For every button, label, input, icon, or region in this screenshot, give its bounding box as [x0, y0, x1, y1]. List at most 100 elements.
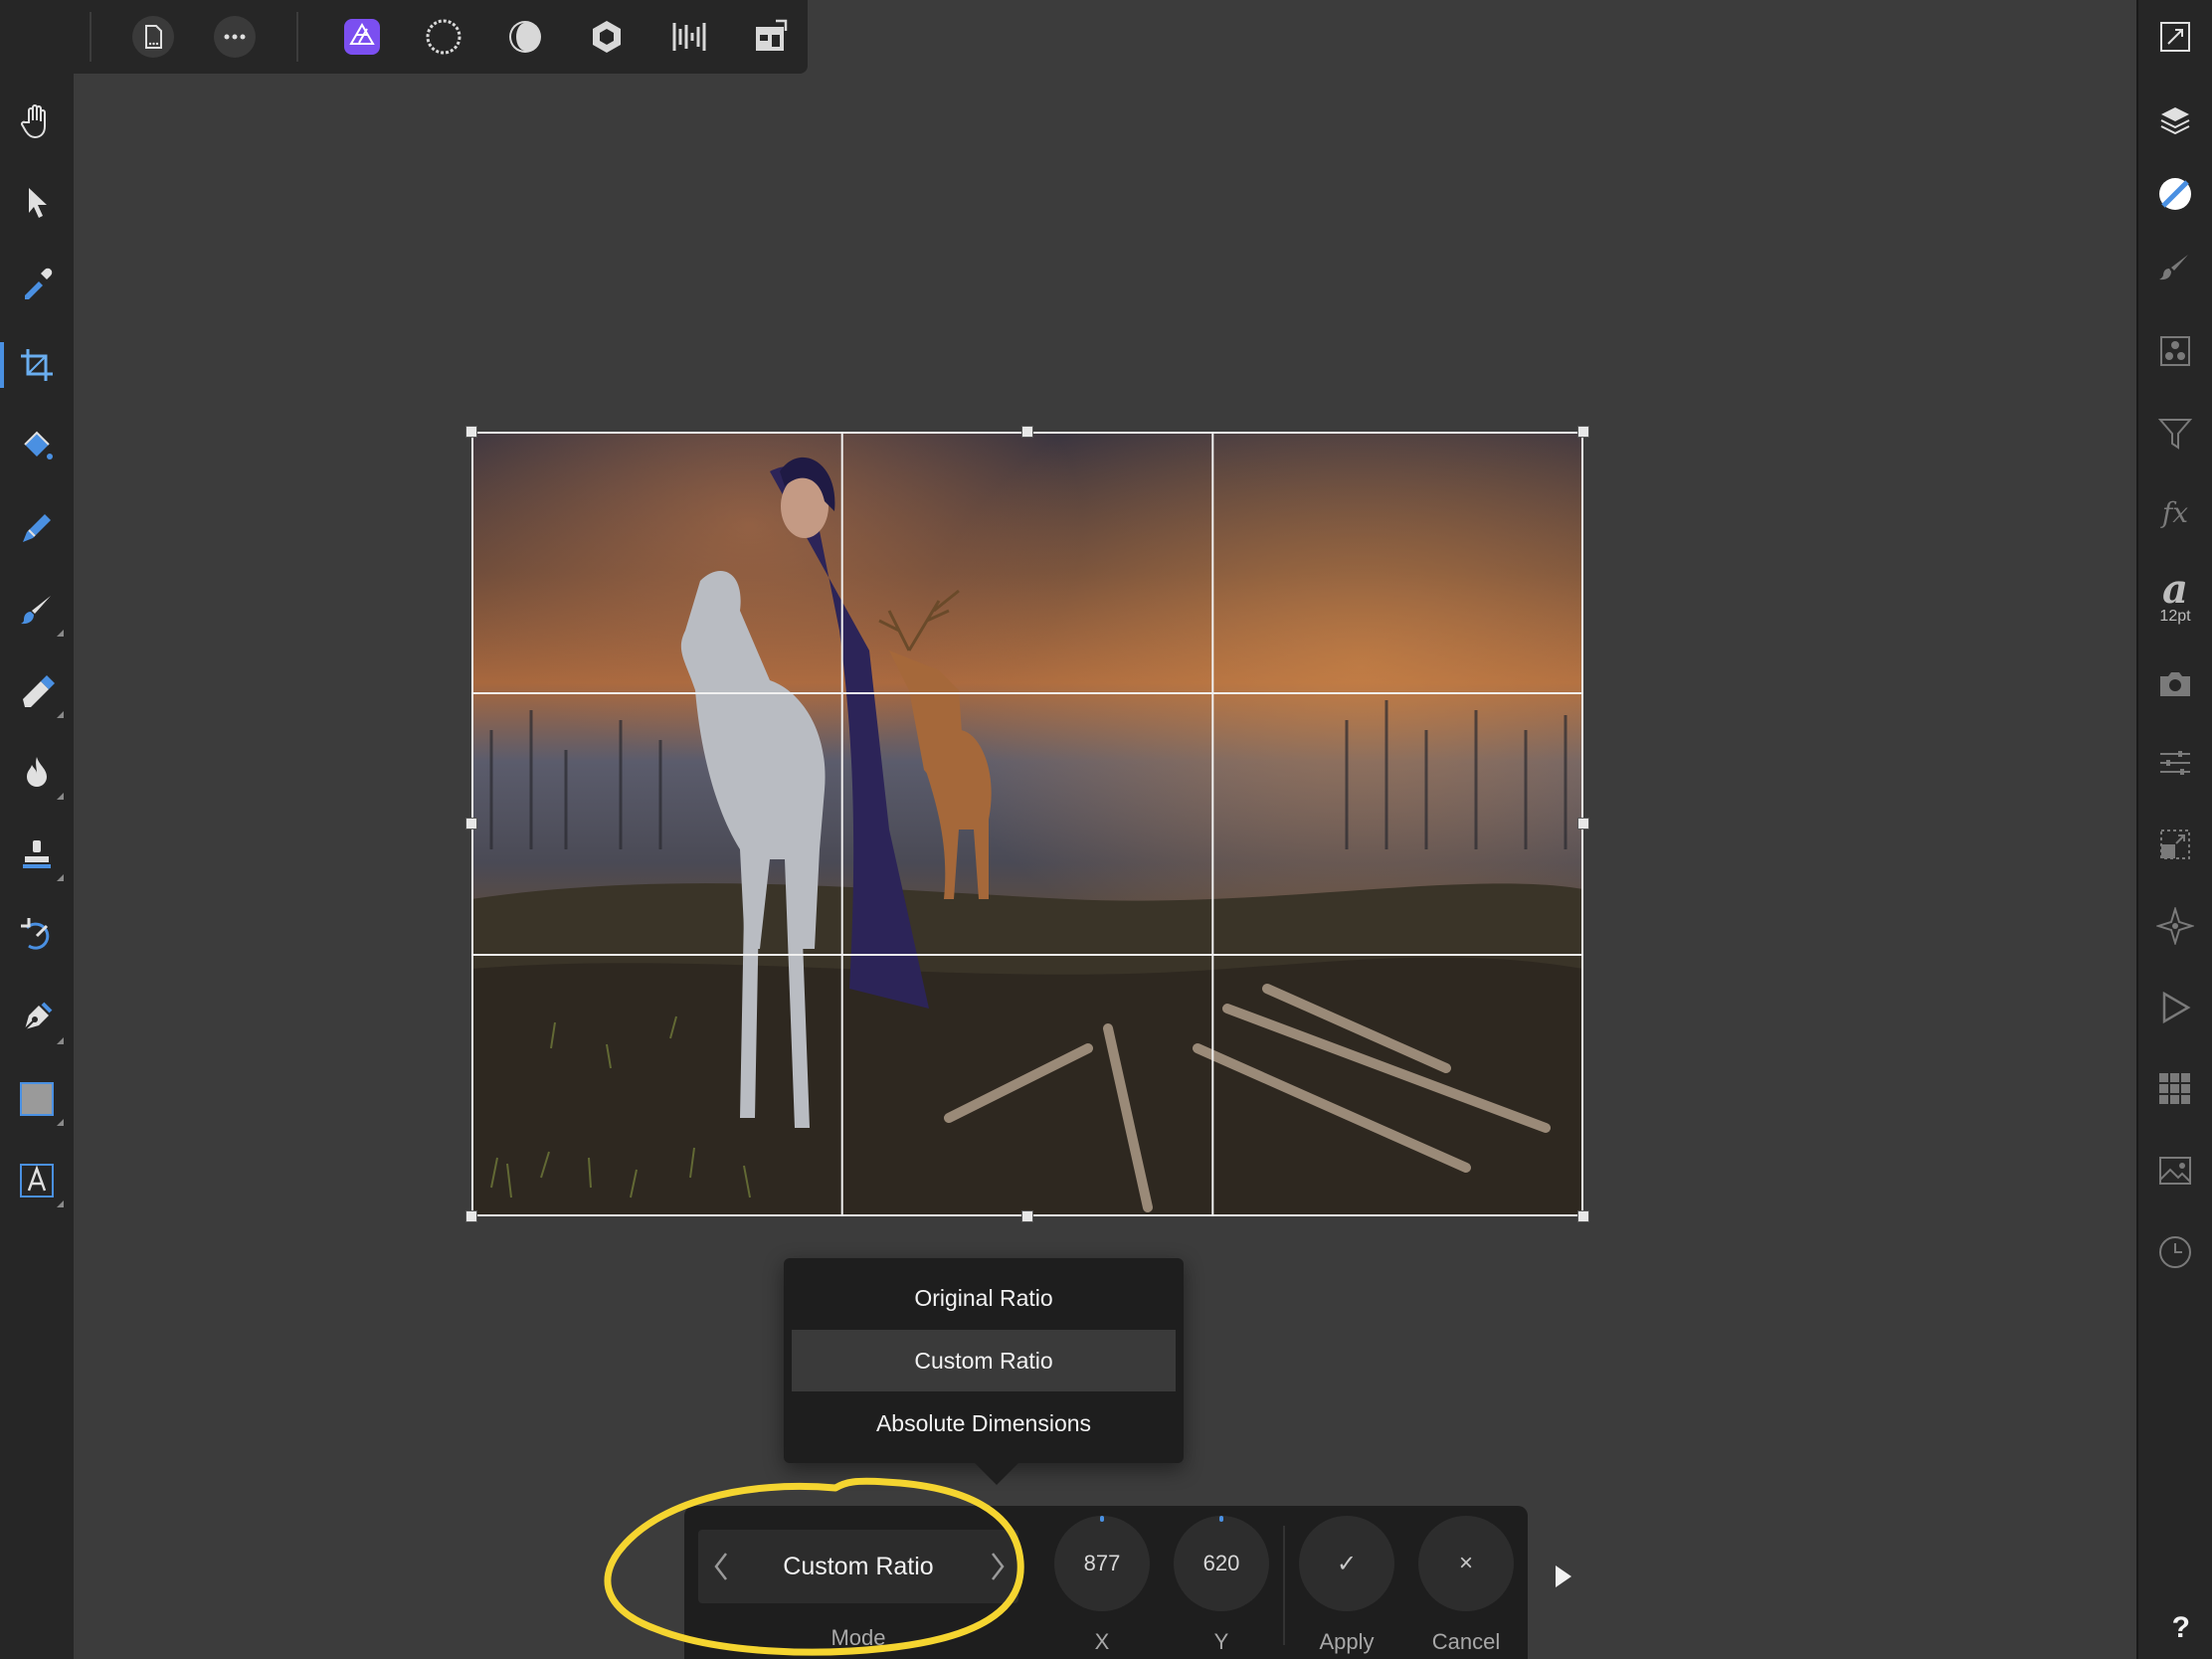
color-icon [2159, 178, 2191, 210]
flood-fill-tool[interactable] [4, 414, 70, 479]
photo-persona-button[interactable] [332, 7, 392, 67]
filter-button[interactable] [2144, 402, 2206, 463]
tone-mapping-persona-icon [593, 21, 621, 53]
mode-popup-menu: Original Ratio Custom Ratio Absolute Dim… [784, 1258, 1184, 1485]
divider [296, 12, 298, 62]
chevron-left-icon[interactable] [708, 1548, 734, 1585]
move-tool-icon [29, 188, 47, 218]
selection-brush-tool-icon [23, 514, 51, 542]
mode-option-original-ratio[interactable]: Original Ratio [792, 1267, 1176, 1329]
text-tool[interactable] [4, 1148, 70, 1213]
stock-icon [2159, 1073, 2190, 1104]
y-ratio-dial[interactable]: 620 [1174, 1516, 1269, 1611]
paint-brush-tool[interactable] [4, 577, 70, 643]
channels-icon [2160, 336, 2190, 366]
fullscreen-button[interactable] [2144, 6, 2206, 68]
dodge-brush-tool[interactable] [4, 740, 70, 806]
pen-tool-icon [24, 1002, 53, 1030]
crop-tool-icon [21, 349, 53, 381]
mode-selector[interactable]: Custom Ratio [698, 1530, 1018, 1603]
adjustments-button[interactable] [2144, 732, 2206, 794]
flyout-indicator [57, 630, 64, 637]
crop-handle-left[interactable] [465, 818, 477, 830]
mode-option-custom-ratio[interactable]: Custom Ratio [792, 1330, 1176, 1391]
filter-icon [2157, 419, 2193, 450]
develop-persona-button[interactable] [495, 7, 555, 67]
hand-tool[interactable] [4, 88, 70, 153]
navigator-button[interactable] [2144, 895, 2206, 957]
rectangle-tool-icon [20, 1082, 54, 1116]
liquify-persona-button[interactable] [414, 7, 473, 67]
mode-value: Custom Ratio [783, 1552, 934, 1580]
workspace-icon [756, 19, 788, 51]
flood-fill-tool-icon [24, 431, 53, 460]
hand-tool-icon [21, 104, 46, 139]
flyout-indicator [57, 793, 64, 800]
fullscreen-icon [2160, 22, 2190, 52]
erase-brush-tool[interactable] [4, 658, 70, 724]
text-style-button[interactable]: a 12pt [2144, 559, 2206, 637]
x-ratio-dial[interactable]: 877 [1054, 1516, 1150, 1611]
checkmark-icon: ✓ [1336, 1550, 1358, 1577]
tone-mapping-persona-button[interactable] [577, 7, 637, 67]
export-persona-button[interactable] [658, 7, 718, 67]
adjustments-icon [2160, 751, 2190, 775]
export-persona-icon [672, 23, 706, 51]
fx-button[interactable]: fx [2144, 481, 2206, 543]
fx-icon: fx [2161, 495, 2189, 529]
crop-handle-bottom-left[interactable] [465, 1210, 477, 1222]
crop-handle-right[interactable] [1577, 818, 1589, 830]
crop-handle-top-right[interactable] [1577, 426, 1589, 438]
crop-context-toolbar: Custom Ratio Mode 877 X 620 Y ✓ Apply × … [684, 1506, 1528, 1659]
history-button[interactable] [2144, 1221, 2206, 1283]
text-size-label: 12pt [2159, 608, 2191, 625]
pen-tool[interactable] [4, 985, 70, 1050]
color-picker-tool[interactable] [4, 251, 70, 316]
text-style-icon: a [2162, 566, 2188, 613]
crop-handle-top-left[interactable] [465, 426, 477, 438]
color-picker-tool-icon [25, 268, 53, 299]
workspace-button[interactable] [740, 7, 800, 67]
image-button[interactable] [2144, 1140, 2206, 1201]
mode-label: Mode [830, 1625, 886, 1650]
snapshots-button[interactable] [2144, 652, 2206, 714]
more-options-button[interactable] [205, 7, 265, 67]
expand-toolbar-icon[interactable] [1548, 1562, 1577, 1591]
cancel-button[interactable]: × [1418, 1516, 1514, 1611]
chevron-right-icon[interactable] [985, 1548, 1011, 1585]
channels-button[interactable] [2144, 320, 2206, 382]
flyout-indicator [57, 1119, 64, 1126]
apply-button[interactable]: ✓ [1299, 1516, 1394, 1611]
dodge-brush-tool-icon [27, 757, 47, 787]
text-tool-icon [20, 1164, 54, 1198]
undo-brush-tool[interactable] [4, 903, 70, 969]
stock-button[interactable] [2144, 1058, 2206, 1120]
liquify-persona-icon [426, 19, 461, 55]
color-button[interactable] [2144, 163, 2206, 225]
help-button[interactable]: ? [2172, 1611, 2190, 1645]
crop-handle-top[interactable] [1021, 426, 1033, 438]
crop-tool[interactable] [0, 332, 70, 398]
layers-button[interactable] [2144, 90, 2206, 151]
brushes-button[interactable] [2144, 237, 2206, 298]
crop-handle-bottom[interactable] [1021, 1210, 1033, 1222]
mode-option-absolute-dimensions[interactable]: Absolute Dimensions [792, 1392, 1176, 1454]
rectangle-tool[interactable] [4, 1066, 70, 1132]
y-ratio-value: 620 [1202, 1551, 1240, 1575]
selection-brush-tool[interactable] [4, 495, 70, 561]
divider [90, 12, 92, 62]
macro-button[interactable] [2144, 977, 2206, 1038]
document-button[interactable] [123, 7, 183, 67]
x-label: X [1094, 1629, 1110, 1654]
photo-artwork [471, 432, 1583, 1216]
clone-brush-tool[interactable] [4, 822, 70, 887]
cancel-label: Cancel [1431, 1629, 1501, 1654]
move-tool[interactable] [4, 169, 70, 235]
crop-handle-bottom-right[interactable] [1577, 1210, 1589, 1222]
navigator-icon [2156, 907, 2194, 945]
canvas-image[interactable] [471, 432, 1583, 1216]
flyout-indicator [57, 711, 64, 718]
brushes-icon [2159, 255, 2188, 280]
transform-button[interactable] [2144, 814, 2206, 875]
dial-indicator [1219, 1516, 1223, 1522]
